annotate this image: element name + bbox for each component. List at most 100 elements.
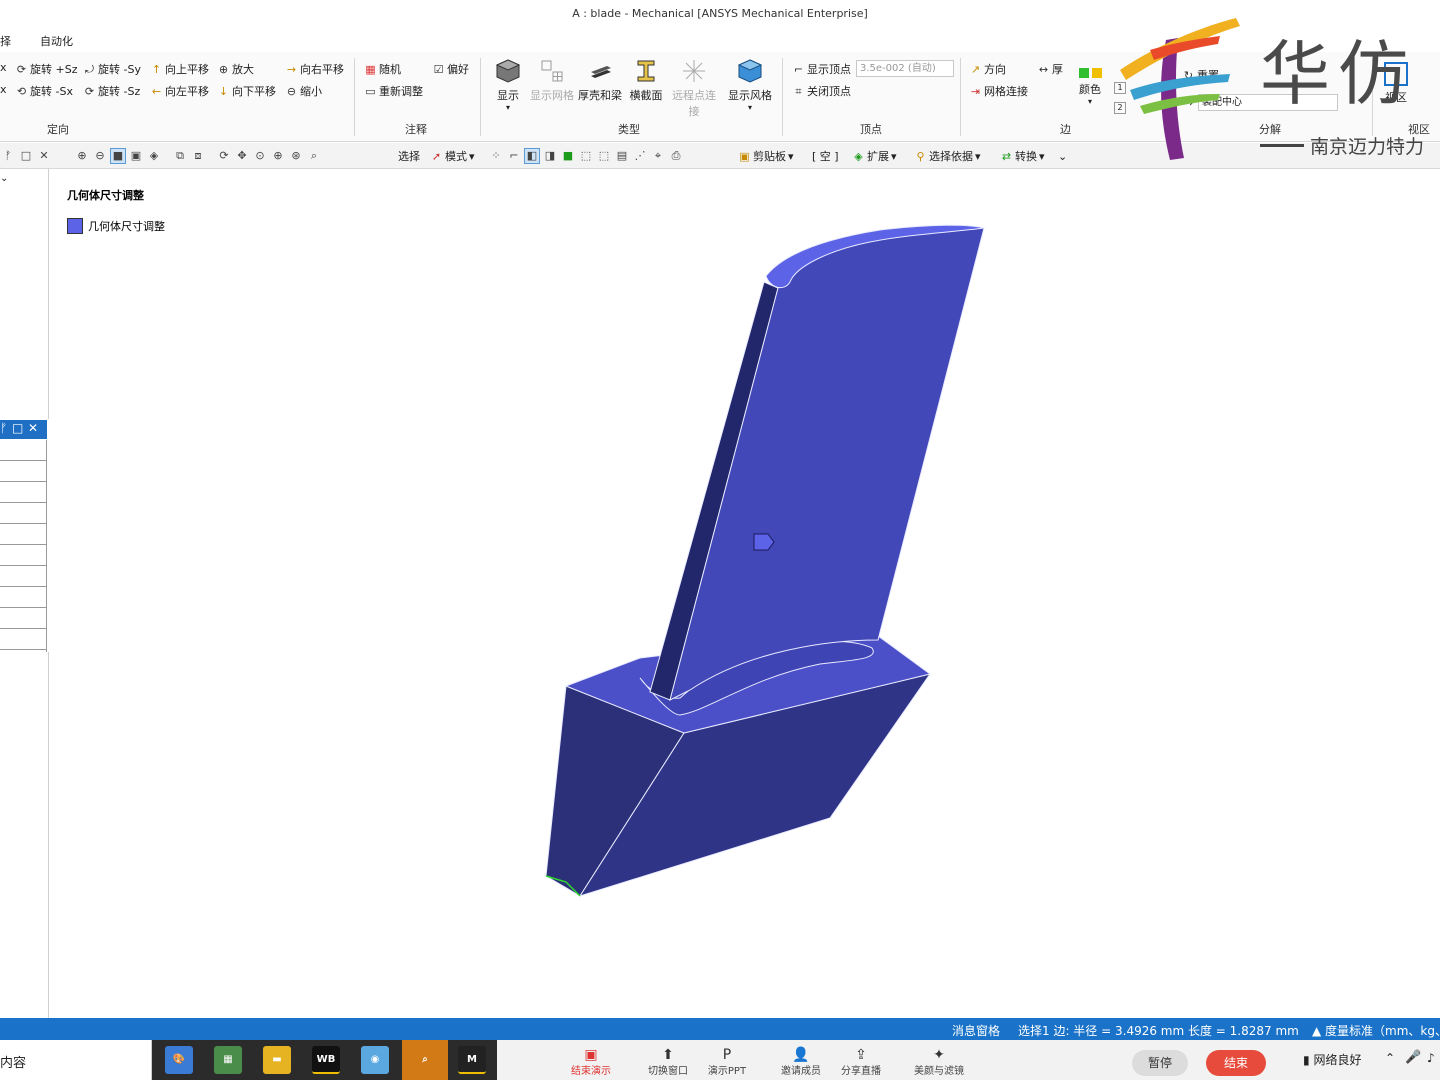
toolbar-overflow-icon[interactable]: ⌄ (1058, 147, 1067, 165)
calculator-icon[interactable]: ▦ (214, 1046, 242, 1074)
node-select-icon[interactable]: ⬚ (578, 148, 594, 164)
rotate-x-button[interactable]: x (0, 61, 7, 74)
taskbar-search[interactable]: 内容 (0, 1040, 152, 1080)
clipboard-dropdown[interactable]: ▣ 剪贴板 ▾ (738, 147, 793, 165)
zoom-area-icon[interactable]: ⊕ (270, 148, 286, 164)
edge-num1-button[interactable]: 1 (1114, 82, 1126, 94)
show-mesh-button[interactable]: 显示网格 (526, 58, 578, 116)
rotate-view-icon[interactable]: ⟳ (216, 148, 232, 164)
close-icon[interactable]: ✕ (28, 421, 38, 435)
zoom-fit-icon[interactable]: ⊕ (74, 148, 90, 164)
probe-icon[interactable]: ⌖ (650, 148, 666, 164)
details-row[interactable] (0, 608, 46, 629)
edge-select-icon[interactable]: ⌐ (506, 148, 522, 164)
menu-tab-selection[interactable]: 择 (0, 33, 11, 49)
details-row[interactable] (0, 440, 46, 461)
graphics-viewport[interactable]: 几何体尺寸调整 几何体尺寸调整 (50, 170, 1440, 1018)
readjust-button[interactable]: ▭ 重新调整 (364, 83, 423, 99)
solid-view-icon[interactable]: ■ (110, 148, 126, 164)
zoom-in-button[interactable]: ⊕ 放大 (217, 61, 254, 77)
rotate-pos-sz-button[interactable]: ⟳ 旋转 +Sz (15, 61, 78, 77)
display-style-button[interactable]: 显示风格 ▾ (724, 58, 776, 116)
pan-down-button[interactable]: ↓ 向下平移 (217, 83, 276, 99)
details-row[interactable] (0, 503, 46, 524)
assembly-center-combo[interactable]: 装配中心 (1198, 94, 1338, 111)
search-app-icon[interactable]: ⌕ (402, 1040, 448, 1080)
select-by-dropdown[interactable]: ⚲ 选择依据 ▾ (914, 147, 980, 165)
details-row[interactable] (0, 524, 46, 545)
magnifier-icon[interactable]: ⌕ (306, 148, 322, 164)
element-face-icon[interactable]: ▤ (614, 148, 630, 164)
multi-body-icon[interactable]: ◈ (146, 148, 162, 164)
edge-num2-button[interactable]: 2 (1114, 102, 1126, 114)
close-vertex-button[interactable]: ⌗ 关闭顶点 (792, 83, 851, 99)
green-body-icon[interactable]: ■ (560, 148, 576, 164)
thick-beam-button[interactable]: 厚壳和梁 (574, 58, 626, 116)
preference-button[interactable]: ☑ 偏好 (432, 61, 469, 77)
details-row[interactable] (0, 629, 46, 650)
pin-icon[interactable]: ᚠ (0, 148, 16, 164)
pan-right-button[interactable]: → 向右平移 (285, 61, 344, 77)
remote-point-button[interactable]: 远程点连接 (668, 58, 720, 118)
explode-icon-button[interactable]: ⇆ (1182, 95, 1195, 108)
body-select-icon[interactable]: ◨ (542, 148, 558, 164)
reset-button[interactable]: ↻ 重置 (1182, 67, 1219, 83)
collapse-icon[interactable]: ⌄ (0, 173, 8, 184)
restore-icon[interactable]: □ (18, 148, 34, 164)
speaker-icon[interactable]: ♪ (1427, 1051, 1435, 1065)
microphone-icon[interactable]: 🎤 (1405, 1050, 1421, 1065)
units-dropdown[interactable]: ▲ 度量标准（mm、kg、 (1312, 1022, 1440, 1039)
folder-icon[interactable]: ▬ (263, 1046, 291, 1074)
details-row[interactable] (0, 566, 46, 587)
workbench-icon[interactable]: WB (312, 1046, 340, 1074)
extend-dropdown[interactable]: ◈ 扩展 ▾ (852, 147, 896, 165)
details-row[interactable] (0, 482, 46, 503)
messages-pane-link[interactable]: 消息窗格 (952, 1022, 1000, 1039)
zoom-out-button[interactable]: ⊖ 缩小 (285, 83, 322, 99)
edge-direction-button[interactable]: ↗ 方向 (969, 61, 1006, 77)
select-label[interactable]: 选择 (398, 147, 420, 165)
close-icon[interactable]: ✕ (36, 148, 52, 164)
end-share-button[interactable]: ▣ 结束演示 (561, 1048, 621, 1077)
pan-left-button[interactable]: ← 向左平移 (150, 83, 209, 99)
zoom-box-icon[interactable]: ⊖ (92, 148, 108, 164)
show-vertex-toggle[interactable]: ⌐ 显示顶点 (792, 61, 851, 77)
details-row[interactable] (0, 545, 46, 566)
pause-button[interactable]: 暂停 (1132, 1050, 1188, 1076)
vertex-size-combo[interactable]: 3.5e-002 (自动) (856, 60, 954, 77)
end-button[interactable]: 结束 (1206, 1050, 1266, 1076)
pan-up-button[interactable]: ↑ 向上平移 (150, 61, 209, 77)
rotate-neg-sy-button[interactable]: ⤾ 旋转 -Sy (83, 61, 141, 77)
details-row[interactable] (0, 461, 46, 482)
face-select-icon[interactable]: ◧ (524, 148, 540, 164)
share-live-button[interactable]: ⇪ 分享直播 (831, 1048, 891, 1077)
edge-color-button[interactable]: 颜色 ▾ (1072, 58, 1108, 116)
mechanical-icon[interactable]: M (458, 1046, 486, 1074)
random-button[interactable]: ▦ 随机 (364, 61, 401, 77)
details-row[interactable] (0, 587, 46, 608)
restore-icon[interactable]: □ (12, 421, 23, 435)
viewport-button[interactable]: 视区 (1376, 58, 1416, 116)
hide-icon[interactable]: ⧈ (190, 148, 206, 164)
wireframe-view-icon[interactable]: ▣ (128, 148, 144, 164)
mesh-connect-button[interactable]: ⇥ 网格连接 (969, 83, 1028, 99)
zoom-icon[interactable]: ⊙ (252, 148, 268, 164)
app-icon[interactable]: ◉ (361, 1046, 389, 1074)
zoom-to-fit-icon[interactable]: ⊛ (288, 148, 304, 164)
rotate-neg-sz-button[interactable]: ⟳ 旋转 -Sz (83, 83, 140, 99)
blade-model[interactable] (50, 170, 1440, 1018)
paint-icon[interactable]: 🎨 (165, 1046, 193, 1074)
label-icon[interactable]: ⎙ (668, 148, 684, 164)
rotate-neg-sx-button[interactable]: ⟲ 旋转 -Sx (15, 83, 73, 99)
vertex-select-icon[interactable]: ⁘ (488, 148, 504, 164)
mode-dropdown[interactable]: ➚ 模式 ▾ (430, 147, 475, 165)
show-all-icon[interactable]: ⧉ (172, 148, 188, 164)
convert-dropdown[interactable]: ⇄ 转换 ▾ (1000, 147, 1045, 165)
switch-window-button[interactable]: ⬆ 切换窗口 (638, 1048, 698, 1077)
chevron-up-icon[interactable]: ⌃ (1385, 1051, 1395, 1065)
invite-button[interactable]: 👤 邀请成员 (771, 1048, 831, 1077)
element-select-icon[interactable]: ⬚ (596, 148, 612, 164)
show-ppt-button[interactable]: P 演示PPT (697, 1048, 757, 1077)
coordinate-icon[interactable]: ⋰ (632, 148, 648, 164)
pin-icon[interactable]: ᚠ (0, 421, 7, 435)
